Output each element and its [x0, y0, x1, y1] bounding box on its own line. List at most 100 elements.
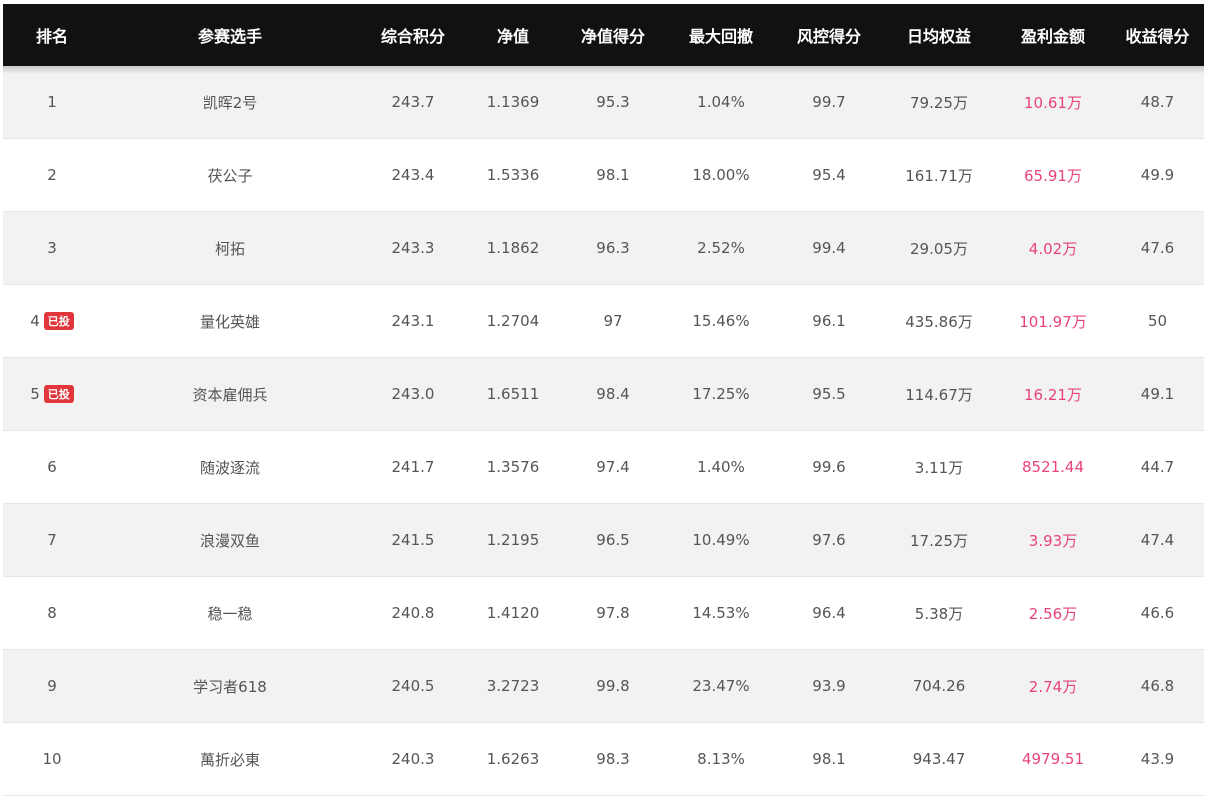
risk-score: 99.4: [775, 211, 883, 285]
return-score: 47.4: [1111, 503, 1204, 577]
col-header-return-score[interactable]: 收益得分: [1111, 4, 1204, 66]
table-row[interactable]: 4 已投 量化英雄 243.1 1.2704 97 15.46% 96.1 435…: [3, 284, 1204, 358]
table-row[interactable]: 10 萬折必東 240.3 1.6263 98.3 8.13% 98.1 943…: [3, 722, 1204, 796]
contestant-name[interactable]: 量化英雄: [101, 284, 359, 358]
nav-score: 98.3: [559, 722, 667, 796]
avg-equity: 704.26: [883, 649, 995, 723]
total-score: 240.3: [359, 722, 467, 796]
max-drawdown: 1.04%: [667, 66, 775, 139]
profit-amount: 4979.51: [995, 722, 1111, 796]
risk-score: 96.1: [775, 284, 883, 358]
nav-value: 1.1862: [467, 211, 559, 285]
contestant-name[interactable]: 浪漫双鱼: [101, 503, 359, 577]
nav-value: 1.3576: [467, 430, 559, 504]
max-drawdown: 18.00%: [667, 138, 775, 212]
max-drawdown: 8.13%: [667, 722, 775, 796]
profit-amount: 16.21万: [995, 357, 1111, 431]
nav-value: 1.1369: [467, 66, 559, 139]
max-drawdown: 1.40%: [667, 430, 775, 504]
total-score: 241.5: [359, 503, 467, 577]
nav-value: 1.4120: [467, 576, 559, 650]
rank-cell: 5 已投: [3, 357, 101, 431]
risk-score: 99.6: [775, 430, 883, 504]
rank-number: 8: [47, 604, 57, 622]
return-score: 46.8: [1111, 649, 1204, 723]
col-header-profit[interactable]: 盈利金额: [995, 4, 1111, 66]
avg-equity: 5.38万: [883, 576, 995, 650]
rank-cell: 6: [3, 430, 101, 504]
rank-cell: 9: [3, 649, 101, 723]
table-row[interactable]: 1 凯晖2号 243.7 1.1369 95.3 1.04% 99.7 79.2…: [3, 66, 1204, 139]
col-header-max-drawdown[interactable]: 最大回撤: [667, 4, 775, 66]
table-row[interactable]: 9 学习者618 240.5 3.2723 99.8 23.47% 93.9 7…: [3, 649, 1204, 723]
profit-amount: 65.91万: [995, 138, 1111, 212]
total-score: 243.3: [359, 211, 467, 285]
total-score: 243.0: [359, 357, 467, 431]
col-header-rank[interactable]: 排名: [3, 4, 101, 66]
profit-amount: 101.97万: [995, 284, 1111, 358]
rank-cell: 8: [3, 576, 101, 650]
rank-cell: 3: [3, 211, 101, 285]
contestant-name[interactable]: 凯晖2号: [101, 66, 359, 139]
contestant-name[interactable]: 稳一稳: [101, 576, 359, 650]
col-header-contestant[interactable]: 参赛选手: [101, 4, 359, 66]
col-header-risk-score[interactable]: 风控得分: [775, 4, 883, 66]
col-header-avg-equity[interactable]: 日均权益: [883, 4, 995, 66]
risk-score: 96.4: [775, 576, 883, 650]
nav-score: 97: [559, 284, 667, 358]
contestant-name[interactable]: 学习者618: [101, 649, 359, 723]
max-drawdown: 23.47%: [667, 649, 775, 723]
max-drawdown: 14.53%: [667, 576, 775, 650]
table-row[interactable]: 7 浪漫双鱼 241.5 1.2195 96.5 10.49% 97.6 17.…: [3, 503, 1204, 577]
invested-badge: 已投: [43, 312, 74, 330]
risk-score: 93.9: [775, 649, 883, 723]
col-header-nav-score[interactable]: 净值得分: [559, 4, 667, 66]
nav-score: 95.3: [559, 66, 667, 139]
return-score: 46.6: [1111, 576, 1204, 650]
risk-score: 97.6: [775, 503, 883, 577]
contestant-name[interactable]: 柯拓: [101, 211, 359, 285]
total-score: 241.7: [359, 430, 467, 504]
return-score: 47.6: [1111, 211, 1204, 285]
return-score: 49.1: [1111, 357, 1204, 431]
col-header-nav[interactable]: 净值: [467, 4, 559, 66]
rank-number: 7: [47, 531, 57, 549]
max-drawdown: 10.49%: [667, 503, 775, 577]
invested-badge: 已投: [43, 385, 74, 403]
profit-amount: 3.93万: [995, 503, 1111, 577]
nav-score: 98.1: [559, 138, 667, 212]
ranking-table: 排名 参赛选手 综合积分 净值 净值得分 最大回撤 风控得分 日均权益 盈利金额…: [3, 4, 1204, 796]
rank-number: 2: [47, 166, 57, 184]
nav-value: 1.6263: [467, 722, 559, 796]
total-score: 243.1: [359, 284, 467, 358]
risk-score: 98.1: [775, 722, 883, 796]
contestant-name[interactable]: 茯公子: [101, 138, 359, 212]
table-body: 1 凯晖2号 243.7 1.1369 95.3 1.04% 99.7 79.2…: [3, 66, 1204, 796]
total-score: 240.5: [359, 649, 467, 723]
rank-number: 9: [47, 677, 57, 695]
col-header-total-score[interactable]: 综合积分: [359, 4, 467, 66]
rank-number: 5: [30, 385, 40, 403]
table-row[interactable]: 5 已投 资本雇佣兵 243.0 1.6511 98.4 17.25% 95.5 …: [3, 357, 1204, 431]
contestant-name[interactable]: 萬折必東: [101, 722, 359, 796]
contestant-name[interactable]: 资本雇佣兵: [101, 357, 359, 431]
rank-cell: 4 已投: [3, 284, 101, 358]
contestant-name[interactable]: 随波逐流: [101, 430, 359, 504]
rank-number: 1: [47, 93, 57, 111]
table-row[interactable]: 2 茯公子 243.4 1.5336 98.1 18.00% 95.4 161.…: [3, 138, 1204, 212]
risk-score: 95.4: [775, 138, 883, 212]
rank-number: 3: [47, 239, 57, 257]
profit-amount: 2.56万: [995, 576, 1111, 650]
table-row[interactable]: 6 随波逐流 241.7 1.3576 97.4 1.40% 99.6 3.11…: [3, 430, 1204, 504]
return-score: 50: [1111, 284, 1204, 358]
avg-equity: 29.05万: [883, 211, 995, 285]
max-drawdown: 17.25%: [667, 357, 775, 431]
nav-score: 96.3: [559, 211, 667, 285]
table-row[interactable]: 8 稳一稳 240.8 1.4120 97.8 14.53% 96.4 5.38…: [3, 576, 1204, 650]
max-drawdown: 2.52%: [667, 211, 775, 285]
return-score: 43.9: [1111, 722, 1204, 796]
total-score: 243.7: [359, 66, 467, 139]
return-score: 44.7: [1111, 430, 1204, 504]
total-score: 243.4: [359, 138, 467, 212]
table-row[interactable]: 3 柯拓 243.3 1.1862 96.3 2.52% 99.4 29.05万…: [3, 211, 1204, 285]
